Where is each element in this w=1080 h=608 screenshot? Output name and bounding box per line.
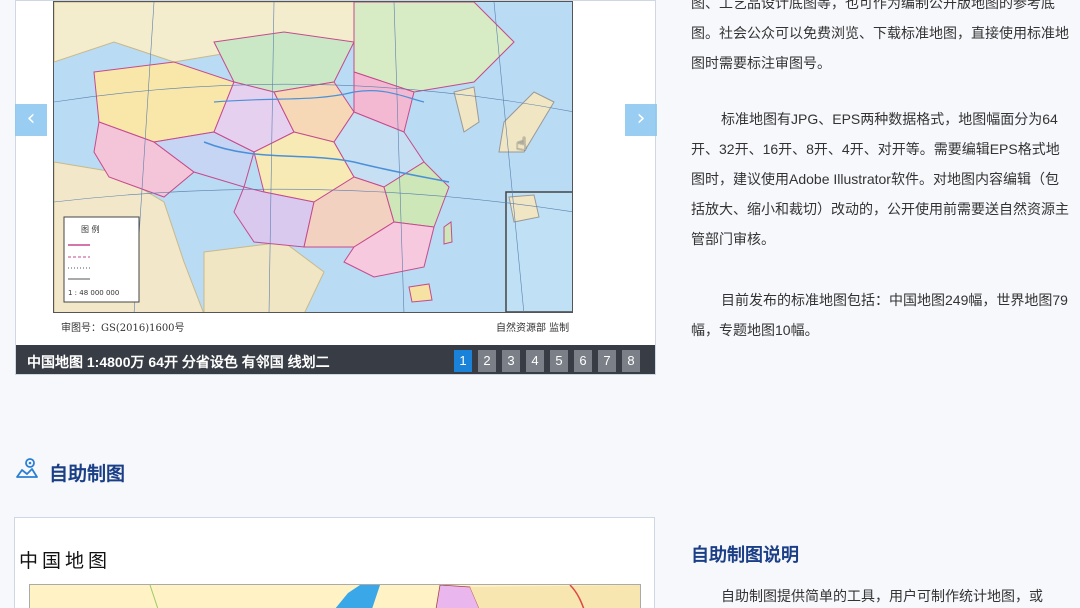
chevron-left-icon: ‹ — [26, 106, 36, 131]
intro-paragraph-2: 标准地图有JPG、EPS两种数据格式，地图幅面分为64开、32开、16开、8开、… — [691, 111, 1069, 247]
slider-prev-button[interactable]: ‹ — [15, 104, 47, 136]
custom-map-heading: 自助制图说明 — [691, 545, 799, 565]
custom-map-title: 中国地图 — [19, 550, 112, 572]
legend-scale: 1 : 48 000 000 — [68, 289, 120, 297]
china-map-graphic — [54, 2, 572, 312]
custom-map-preview[interactable]: 中国地图 — [14, 517, 655, 608]
map-pin-icon — [15, 457, 39, 479]
page-button-7[interactable]: 7 — [598, 350, 616, 372]
page-button-1[interactable]: 1 — [454, 350, 472, 372]
page-button-3[interactable]: 3 — [502, 350, 520, 372]
page-button-4[interactable]: 4 — [526, 350, 544, 372]
legend-title: 图 例 — [81, 225, 100, 234]
slider-caption: 中国地图 1:4800万 64开 分省设色 有邻国 线划二 — [27, 354, 330, 370]
slider-pagination: 1 2 3 4 5 6 7 8 — [454, 350, 640, 372]
hand-cursor-icon: ☝ — [516, 134, 527, 155]
page-button-8[interactable]: 8 — [622, 350, 640, 372]
china-map-image[interactable]: 图 例 1 : 48 000 000 — [53, 1, 573, 313]
slider-next-button[interactable]: › — [625, 104, 657, 136]
map-approval-number: 审图号：GS(2016)1600号 — [61, 323, 185, 334]
intro-paragraph-1: 图、工艺品设计底图等，也可作为编制公开版地图的参考底图。社会公众可以免费浏览、下… — [691, 0, 1069, 71]
page-button-2[interactable]: 2 — [478, 350, 496, 372]
chevron-right-icon: › — [636, 106, 646, 131]
section-title: 自助制图 — [49, 464, 126, 485]
map-publisher: 自然资源部 监制 — [496, 323, 570, 334]
slider-caption-bar: 中国地图 1:4800万 64开 分省设色 有邻国 线划二 1 2 3 4 5 … — [16, 345, 655, 374]
custom-map-description: 自助制图提供简单的工具，用户可制作统计地图，或 — [721, 588, 1043, 604]
intro-paragraph-3: 目前发布的标准地图包括：中国地图249幅，世界地图79幅，专题地图10幅。 — [691, 292, 1068, 338]
page-button-6[interactable]: 6 — [574, 350, 592, 372]
page-button-5[interactable]: 5 — [550, 350, 568, 372]
custom-map-canvas[interactable] — [29, 584, 641, 608]
standard-map-slider: 图 例 1 : 48 000 000 审图号：GS(2016)1600号 自然资… — [15, 0, 656, 375]
